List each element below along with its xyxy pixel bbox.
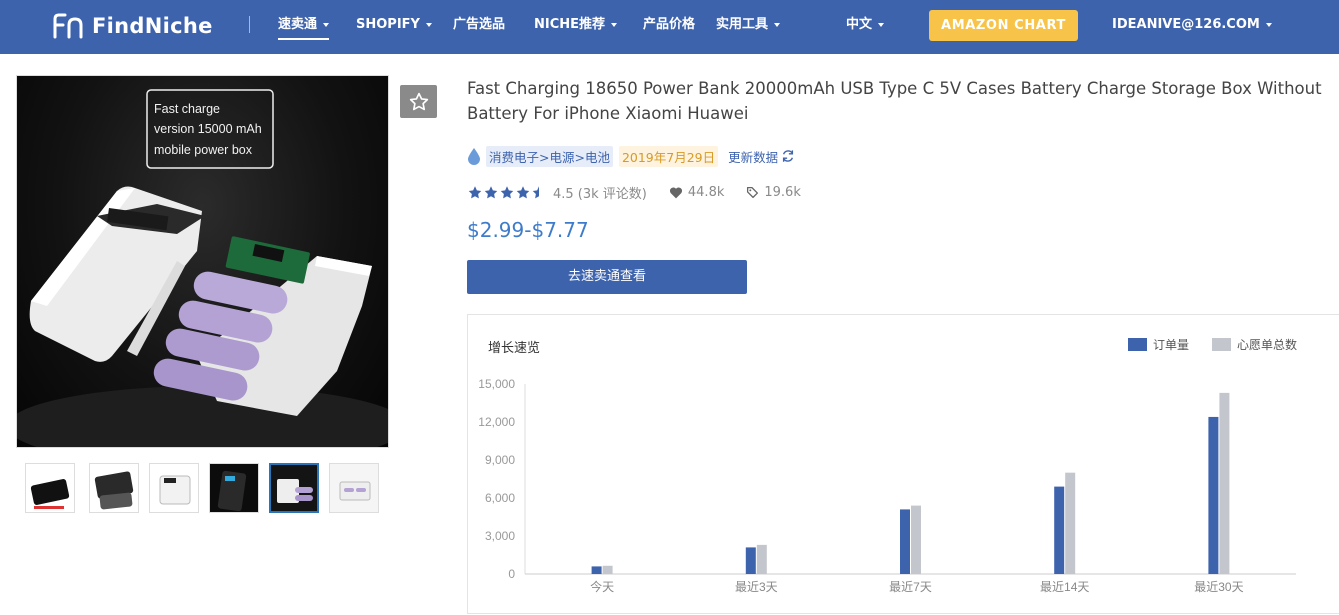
y-tick-label: 9,000	[485, 453, 515, 467]
bar-orders	[591, 566, 602, 574]
y-tick-label: 6,000	[485, 491, 515, 505]
thumbnail-1[interactable]	[25, 463, 75, 513]
rating-stars	[467, 185, 547, 200]
chevron-down-icon	[425, 22, 432, 27]
bar-orders	[745, 547, 756, 574]
chart-title: 增长速览	[488, 341, 541, 356]
x-tick-label: 最近14天	[1040, 580, 1089, 594]
chevron-down-icon	[774, 22, 781, 27]
top-navbar: FindNiche 速卖通 SHOPIFY 广告选品 NICHE推荐 产品价格 …	[0, 0, 1339, 54]
thumbnail-5[interactable]	[269, 463, 319, 513]
bar-orders	[900, 509, 910, 574]
findniche-logo-icon	[53, 13, 83, 39]
wishlist-count: 44.8k	[687, 184, 725, 200]
nav-item-niche[interactable]: NICHE推荐	[534, 0, 618, 54]
user-email: IDEANIVE@126.COM	[1112, 17, 1260, 32]
wishlist-stat: 44.8k	[669, 185, 724, 200]
favorite-button[interactable]	[400, 85, 437, 118]
y-tick-label: 12,000	[478, 415, 515, 429]
nav-item-ad-products[interactable]: 广告选品	[453, 0, 505, 54]
chevron-down-icon	[323, 22, 330, 27]
star-icon	[468, 185, 482, 198]
thumbnail-4[interactable]	[209, 463, 259, 513]
bar-orders	[1208, 416, 1219, 574]
legend-swatch	[1128, 338, 1147, 351]
nav-item-label: 产品价格	[643, 17, 696, 32]
bar-wishlist	[756, 544, 767, 574]
nav-item-aliexpress[interactable]: 速卖通	[278, 0, 330, 54]
refresh-label: 更新数据	[728, 149, 779, 165]
thumbnail-6[interactable]	[329, 463, 379, 513]
refresh-data-button[interactable]: 更新数据	[728, 147, 795, 166]
star-icon	[500, 185, 514, 198]
price-range: $2.99-$7.77	[467, 218, 589, 242]
language-selector[interactable]: 中文	[846, 0, 885, 54]
orders-stat: 19.6k	[746, 184, 801, 200]
orders-count: 19.6k	[764, 184, 801, 200]
nav-item-shopify[interactable]: SHOPIFY	[356, 0, 432, 54]
legend-label: 订单量	[1153, 338, 1190, 352]
nav-item-label: 实用工具	[716, 17, 769, 32]
heart-icon	[669, 186, 682, 198]
nav-item-product-price[interactable]: 产品价格	[643, 0, 695, 54]
x-tick-label: 最近7天	[889, 580, 932, 594]
caption-line-1: Fast charge	[154, 102, 220, 116]
product-title: Fast Charging 18650 Power Bank 20000mAh …	[467, 79, 1322, 123]
bar-wishlist	[911, 505, 921, 574]
chevron-down-icon	[878, 22, 885, 27]
rating-row: 4.5 (3k 评论数) 44.8k 19.6k	[467, 182, 801, 202]
bar-wishlist	[1219, 392, 1230, 574]
x-tick-label: 最近3天	[735, 580, 778, 594]
x-tick-label: 最近30天	[1194, 580, 1243, 594]
product-meta-row: 消费电子>电源>电池 2019年7月29日 更新数据	[467, 145, 795, 167]
nav-divider	[249, 16, 250, 33]
nav-item-label: NICHE推荐	[534, 17, 606, 32]
water-drop-icon	[468, 148, 480, 165]
category-path[interactable]: 消费电子>电源>电池	[486, 145, 613, 167]
bar-wishlist	[602, 565, 613, 574]
legend-item-orders[interactable]: 订单量	[1128, 336, 1189, 353]
chevron-down-icon	[611, 22, 618, 27]
star-half-icon	[532, 185, 539, 198]
y-tick-label: 3,000	[485, 529, 515, 543]
refresh-icon	[783, 150, 794, 162]
star-outline-icon	[409, 92, 428, 110]
power-bank-illustration: Fast charge version 15000 mAh mobile pow…	[17, 89, 388, 447]
growth-bar-chart: 0 3,000 6,000 9,000 12,000 15,000 今天 最近3天 最近7天 最近…	[478, 377, 1296, 594]
y-tick-label: 0	[508, 567, 515, 581]
language-label: 中文	[846, 17, 873, 32]
view-on-aliexpress-button[interactable]: 去速卖通查看	[467, 260, 747, 294]
thumbnail-3[interactable]	[149, 463, 199, 513]
thumbnail-2[interactable]	[89, 463, 139, 513]
logo-text: FindNiche	[92, 14, 213, 38]
legend-swatch	[1212, 338, 1231, 351]
legend-label: 心愿单总数	[1237, 338, 1298, 352]
nav-item-label: 广告选品	[453, 17, 506, 32]
star-icon	[516, 185, 530, 198]
logo[interactable]: FindNiche	[52, 12, 213, 40]
user-menu[interactable]: IDEANIVE@126.COM	[1112, 0, 1272, 54]
nav-item-label: SHOPIFY	[356, 17, 420, 32]
listing-date: 2019年7月29日	[618, 145, 719, 167]
star-icon	[484, 185, 498, 198]
tag-icon	[747, 186, 759, 198]
growth-chart-panel: 0 3,000 6,000 9,000 12,000 15,000 今天 最近3天 最近7天 最近…	[467, 314, 1339, 614]
chevron-down-icon	[1265, 22, 1272, 27]
legend-item-wishlist[interactable]: 心愿单总数	[1212, 336, 1297, 353]
nav-item-label: 速卖通	[278, 17, 318, 32]
product-main-image[interactable]: Fast charge version 15000 mAh mobile pow…	[16, 75, 389, 448]
bar-wishlist	[1065, 472, 1076, 574]
caption-line-2: version 15000 mAh	[154, 122, 262, 136]
nav-item-tools[interactable]: 实用工具	[716, 0, 781, 54]
rating-text: 4.5 (3k 评论数)	[553, 186, 647, 202]
y-tick-label: 15,000	[478, 377, 515, 391]
amazon-chart-button[interactable]: AMAZON CHART	[929, 10, 1078, 41]
x-tick-label: 今天	[590, 579, 614, 594]
caption-line-3: mobile power box	[154, 143, 253, 157]
bar-orders	[1054, 486, 1065, 574]
